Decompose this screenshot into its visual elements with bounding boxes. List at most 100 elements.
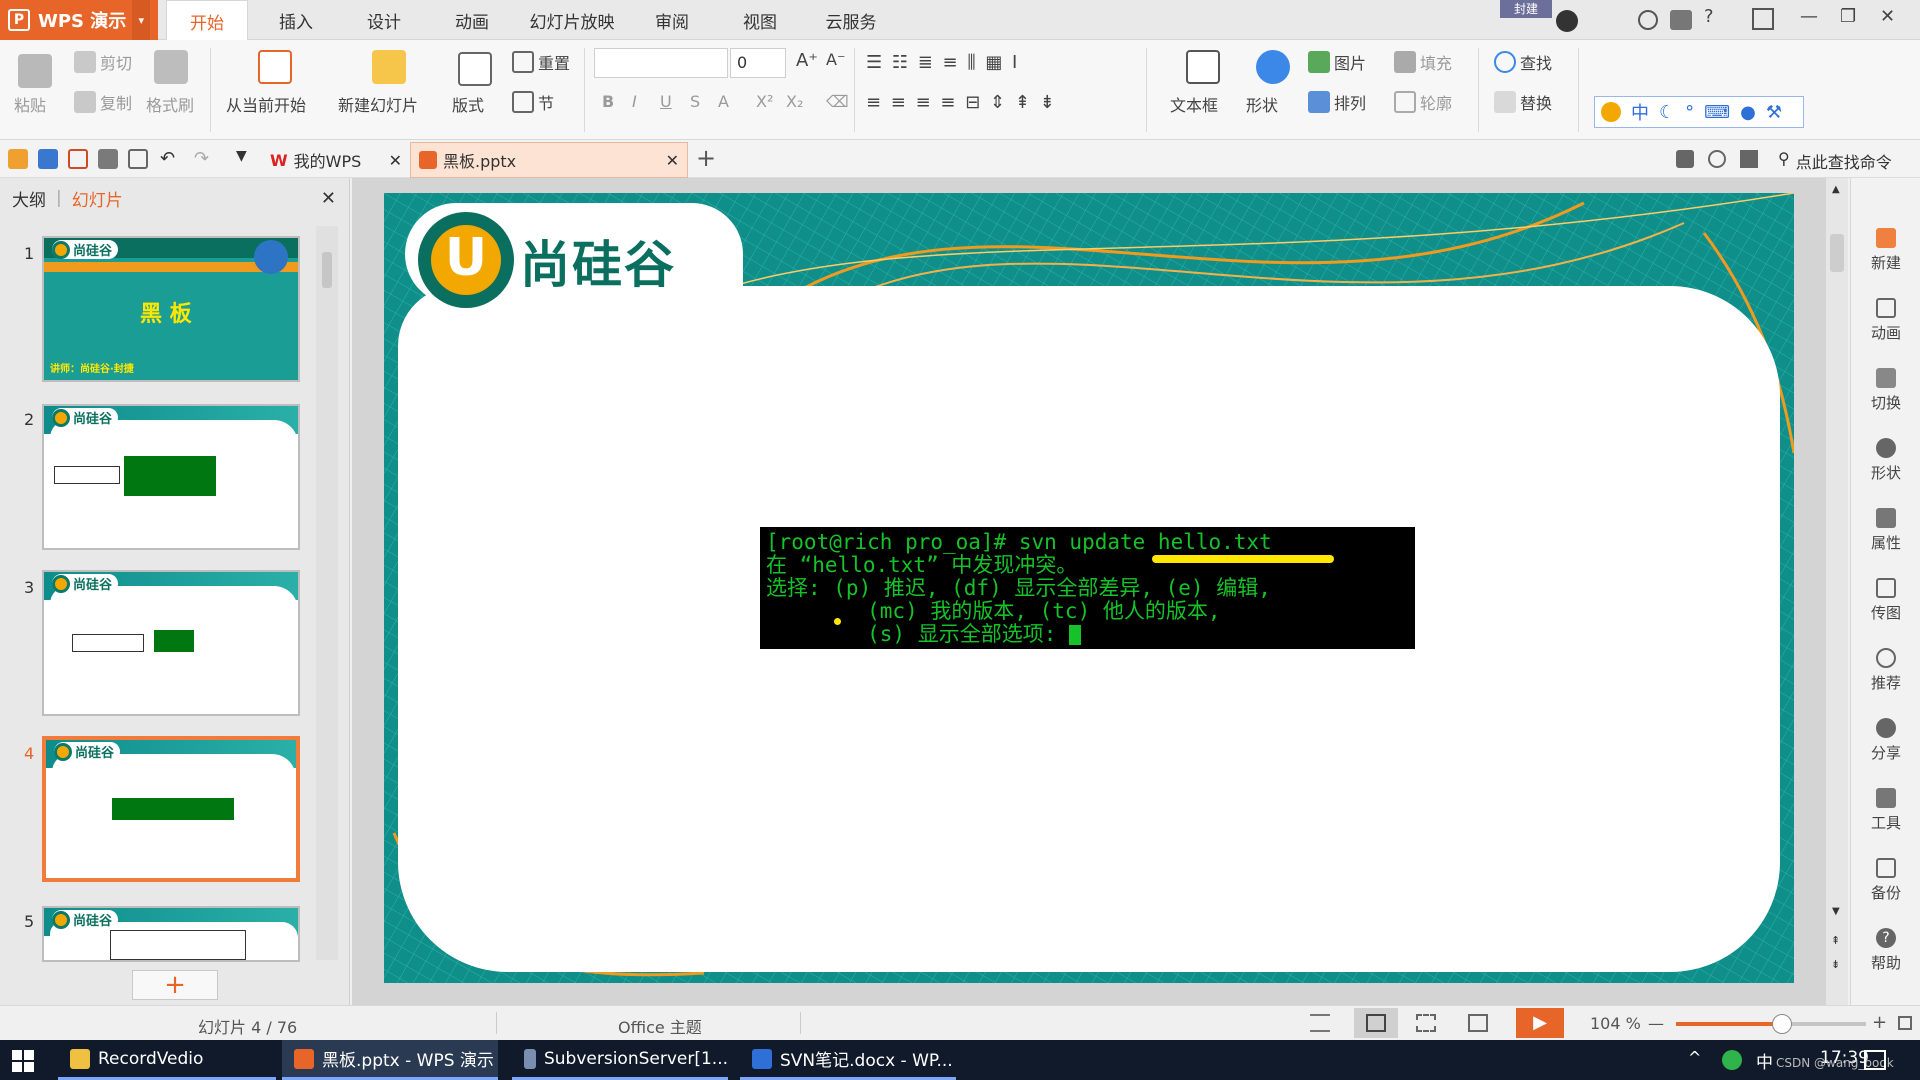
clear-format-icon[interactable]: ⌫	[826, 92, 849, 111]
new-slide-icon[interactable]	[372, 50, 406, 84]
toolbar-pin-icon[interactable]	[1676, 150, 1694, 168]
close-tab-icon[interactable]: ✕	[666, 151, 679, 170]
tab-slides[interactable]: 幻灯片	[72, 186, 123, 211]
undo-icon[interactable]: ↶	[160, 148, 175, 169]
arrange-button[interactable]: 排列	[1334, 90, 1366, 114]
slide-thumbnail-2[interactable]: 尚硅谷	[42, 404, 300, 550]
shadow-button[interactable]: S	[690, 92, 700, 111]
paragraph-align-icons[interactable]: ≡ ≡ ≡ ≡ ⊟ ⇕ ⇞ ⇟	[866, 92, 1057, 113]
print-icon[interactable]	[98, 149, 118, 169]
underline-button[interactable]: U	[660, 92, 672, 111]
toolbar-d-icon[interactable]	[1708, 150, 1726, 168]
account-avatar-icon[interactable]	[1556, 10, 1578, 32]
section-button[interactable]: 节	[538, 90, 554, 114]
shape-icon[interactable]	[1256, 50, 1290, 84]
sidebar-item-animation[interactable]: 动画	[1851, 290, 1920, 350]
taskbar-item-wps-presentation[interactable]: 黑板.pptx - WPS 演示	[282, 1040, 498, 1080]
replace-button[interactable]: 替换	[1520, 90, 1552, 114]
scroll-up-icon[interactable]: ▲	[1832, 184, 1840, 195]
sidebar-item-tools[interactable]: 工具	[1851, 780, 1920, 840]
scrollbar-thumb[interactable]	[1830, 234, 1844, 272]
tab-design[interactable]: 设计	[344, 0, 424, 40]
save-icon[interactable]	[38, 149, 58, 169]
close-tab-icon[interactable]: ✕	[389, 151, 402, 170]
ime-chinese-toggle[interactable]: 中	[1631, 99, 1649, 125]
normal-view-button[interactable]	[1354, 1008, 1398, 1038]
ime-moon-icon[interactable]: ☾	[1659, 102, 1675, 123]
notes-view-icon[interactable]	[1310, 1014, 1330, 1032]
format-painter-button[interactable]: 格式刷	[146, 92, 194, 116]
ime-user-icon[interactable]: ●	[1740, 102, 1756, 123]
zoom-slider-knob[interactable]	[1772, 1014, 1793, 1034]
tray-expand-icon[interactable]: ^	[1688, 1048, 1701, 1067]
sidebar-item-new[interactable]: 新建	[1851, 220, 1920, 280]
canvas-scrollbar[interactable]: ▲ ▼ ⇞ ⇟	[1826, 178, 1848, 1005]
sidebar-item-share[interactable]: 分享	[1851, 710, 1920, 770]
subscript-button[interactable]: X₂	[786, 92, 803, 111]
minimize-button[interactable]: —	[1800, 6, 1818, 27]
font-name-select[interactable]	[594, 48, 728, 78]
sidebar-item-transition[interactable]: 切换	[1851, 360, 1920, 420]
shape-button[interactable]: 形状	[1246, 92, 1278, 116]
ime-keyboard-icon[interactable]: ⌨	[1704, 102, 1730, 123]
sidebar-item-help[interactable]: ? 帮助	[1851, 920, 1920, 980]
wps-app-menu-button[interactable]: P WPS 演示 ▾	[0, 0, 158, 40]
slide-thumbnail-4-selected[interactable]: 尚硅谷	[42, 736, 300, 882]
prev-slide-icon[interactable]: ⇞	[1831, 934, 1840, 947]
bold-button[interactable]: B	[602, 92, 614, 111]
reading-view-icon[interactable]	[1468, 1014, 1488, 1032]
play-from-current-icon[interactable]	[258, 50, 292, 84]
next-slide-icon[interactable]: ⇟	[1831, 958, 1840, 971]
app-menu-caret-icon[interactable]: ▾	[132, 0, 150, 40]
shrink-font-icon[interactable]: A⁻	[826, 50, 845, 69]
sidebar-item-properties[interactable]: 属性	[1851, 500, 1920, 560]
ime-settings-icon[interactable]: ⚒	[1766, 102, 1782, 123]
tray-app-icon[interactable]	[1722, 1050, 1742, 1070]
close-panel-button[interactable]: ✕	[321, 188, 336, 209]
tab-review[interactable]: 审阅	[632, 0, 712, 40]
doc-tab-blackboard[interactable]: 黑板.pptx ✕	[410, 142, 688, 178]
new-slide-button[interactable]: 新建幻灯片	[338, 92, 418, 116]
paste-icon[interactable]	[18, 54, 52, 88]
tab-cloud[interactable]: 云服务	[808, 0, 894, 40]
scrollbar-thumb[interactable]	[322, 252, 332, 288]
tab-outline[interactable]: 大纲	[12, 186, 46, 211]
toolbar-box-icon[interactable]	[1740, 150, 1758, 168]
doc-tab-my-wps[interactable]: W 我的WPS ✕	[262, 142, 410, 178]
taskbar-item-subversion-server[interactable]: SubversionServer[1...	[512, 1040, 728, 1080]
bullet-list-icon[interactable]: ☰ ☷ ≣ ≡ ⫼ ▦ Ⅰ	[866, 52, 1019, 73]
open-icon[interactable]	[8, 149, 28, 169]
slide-sorter-icon[interactable]	[1416, 1014, 1436, 1032]
sync-icon[interactable]	[1638, 10, 1658, 30]
ime-punct-icon[interactable]: °	[1685, 102, 1694, 123]
sidebar-item-shape[interactable]: 形状	[1851, 430, 1920, 490]
tab-insert[interactable]: 插入	[256, 0, 336, 40]
sidebar-item-upload-image[interactable]: 传图	[1851, 570, 1920, 630]
italic-button[interactable]: I	[632, 92, 637, 111]
textbox-icon[interactable]	[1186, 50, 1220, 84]
tab-view[interactable]: 视图	[720, 0, 800, 40]
tab-slideshow[interactable]: 幻灯片放映	[520, 0, 624, 40]
redo-icon[interactable]: ↷	[194, 148, 209, 169]
superscript-button[interactable]: X²	[756, 92, 773, 111]
tray-ime-indicator[interactable]: 中	[1756, 1048, 1773, 1073]
zoom-level[interactable]: 104 %	[1590, 1014, 1641, 1033]
grow-font-icon[interactable]: A⁺	[796, 50, 818, 71]
scroll-down-icon[interactable]: ▼	[1832, 906, 1840, 917]
copy-button[interactable]: 复制	[100, 90, 132, 114]
tab-home[interactable]: 开始	[166, 0, 248, 41]
paste-button[interactable]: 粘贴	[14, 92, 46, 116]
cut-button[interactable]: 剪切	[100, 50, 132, 74]
command-search[interactable]: ⚲ 点此查找命令	[1778, 149, 1892, 173]
restore-button[interactable]: ❐	[1840, 6, 1856, 27]
slide-thumbnail-3[interactable]: 尚硅谷	[42, 570, 300, 716]
add-slide-button[interactable]: +	[132, 970, 218, 1000]
play-slideshow-button[interactable]: ▶	[1516, 1008, 1564, 1038]
taskbar-item-svn-notes[interactable]: SVN笔记.docx - WP...	[740, 1040, 956, 1080]
skin-icon[interactable]	[1670, 10, 1692, 30]
slide-thumbnail-1[interactable]: 尚硅谷 黑 板 讲师：尚硅谷·封捷	[42, 236, 300, 382]
fill-button[interactable]: 填充	[1420, 50, 1452, 74]
font-size-select[interactable]: 0	[730, 48, 786, 78]
layout-button[interactable]: 版式	[452, 92, 484, 116]
fit-window-icon[interactable]	[1898, 1016, 1912, 1030]
